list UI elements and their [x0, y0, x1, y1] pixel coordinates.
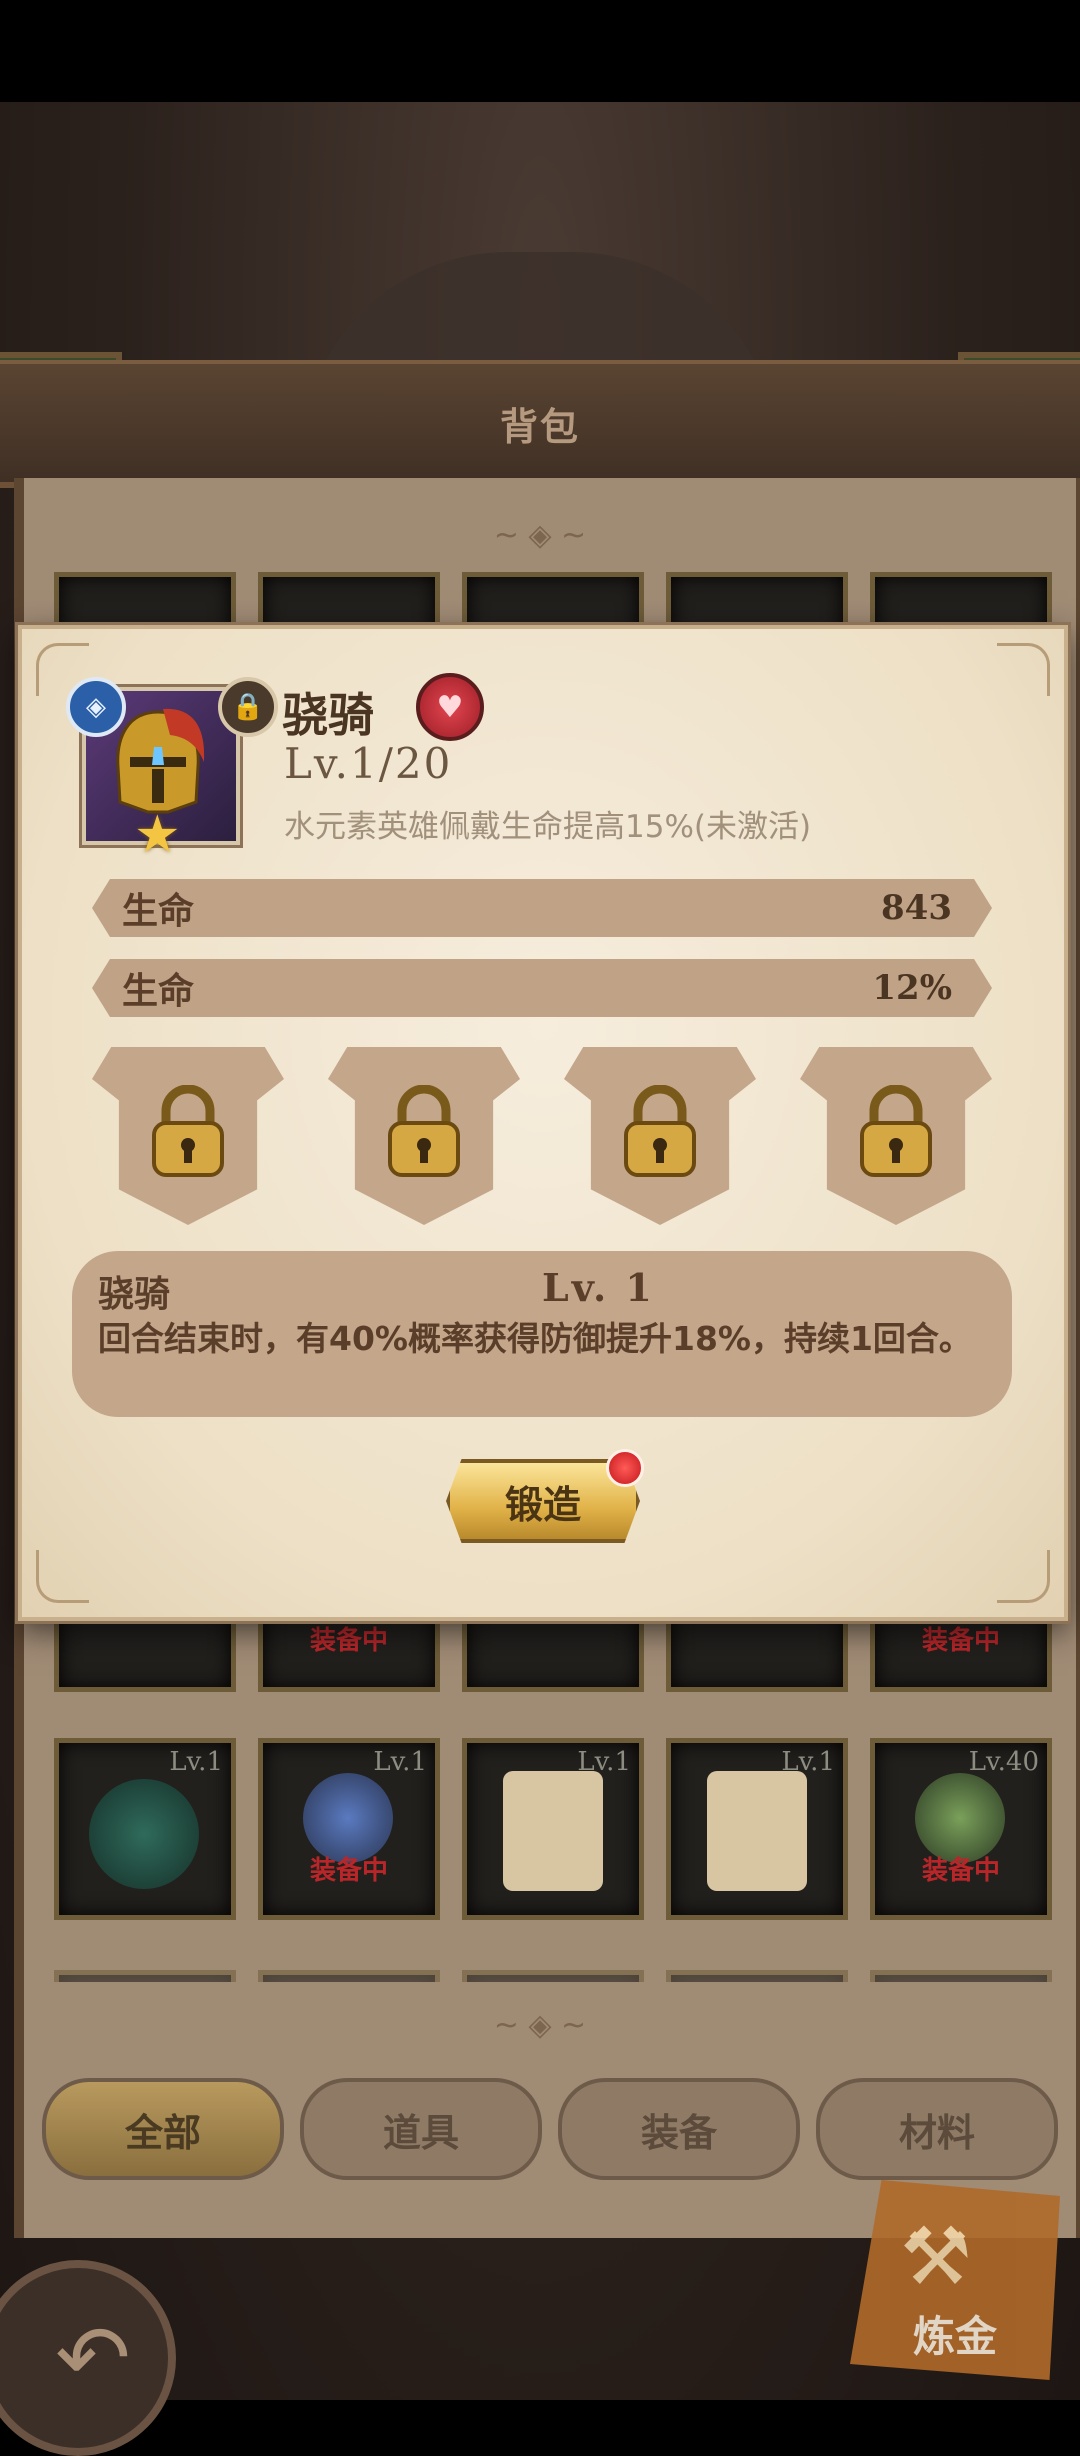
helmet-icon — [116, 708, 205, 814]
corner-ornament — [36, 1550, 89, 1603]
rarity-badge-icon: ♥ — [416, 673, 484, 741]
corner-ornament — [997, 643, 1050, 696]
inventory-slot[interactable]: Lv.40 装备中 — [870, 1738, 1052, 1920]
stat-label: 生命 — [122, 971, 195, 1012]
gem-slot-locked[interactable] — [328, 1047, 520, 1225]
notification-dot-icon — [606, 1449, 644, 1487]
inventory-slot[interactable] — [870, 1970, 1052, 1982]
lock-icon[interactable]: 🔒 — [218, 677, 278, 737]
green-hood-icon — [89, 1779, 199, 1889]
slot-level: Lv.40 — [968, 1747, 1039, 1777]
stat-bar: 生命 843 — [92, 879, 992, 937]
ornament-divider-top: ~ ◈ ~ — [493, 518, 587, 553]
skill-panel: 骁骑 Lv. 1 回合结束时，有40%概率获得防御提升18%，持续1回合。 — [72, 1251, 1012, 1417]
inventory-slot[interactable]: Lv.1 — [462, 1738, 644, 1920]
skill-level: Lv. 1 — [542, 1265, 655, 1310]
slot-level: Lv.1 — [781, 1747, 835, 1777]
alchemy-label: 炼金 — [912, 2312, 997, 2361]
inventory-slot[interactable] — [462, 1970, 644, 1982]
stat-value: 12% — [872, 968, 952, 1008]
gem-slot-locked[interactable] — [800, 1047, 992, 1225]
stat-label: 生命 — [122, 891, 195, 932]
inventory-row-next — [54, 1970, 1052, 1982]
inventory-slot[interactable]: Lv.1 — [54, 1738, 236, 1920]
padlock-icon — [388, 1085, 460, 1177]
corner-ornament — [997, 1550, 1050, 1603]
hammer-icon: ⚒ — [900, 2210, 972, 2303]
tab-items[interactable]: 道具 — [300, 2078, 542, 2180]
equipped-label: 装备中 — [921, 1626, 1000, 1656]
inventory-slot[interactable]: Lv.1 装备中 — [258, 1738, 440, 1920]
skill-name: 骁骑 — [98, 1274, 171, 1315]
ornament-divider-bottom: ~ ◈ ~ — [493, 2008, 587, 2043]
category-tabs: 全部 道具 装备 材料 — [42, 2078, 1058, 2180]
water-element-icon: ◈ — [66, 677, 126, 737]
item-name: 骁骑 — [282, 688, 374, 742]
star-icon: ★ — [134, 805, 181, 865]
set-bonus-text: 水元素英雄佩戴生命提高15%(未激活) — [284, 809, 812, 845]
slot-level: Lv.1 — [373, 1747, 427, 1777]
inventory-slot[interactable]: Lv.1 — [666, 1738, 848, 1920]
item-level: Lv.1/20 — [284, 739, 453, 788]
page-title: 背包 — [499, 404, 580, 449]
inventory-slot[interactable] — [666, 1970, 848, 1982]
inventory-row-main: Lv.1 Lv.1 装备中 Lv.1 Lv.1 Lv.40 装备中 — [54, 1738, 1052, 1920]
map-scroll-icon — [503, 1771, 603, 1891]
map-scroll-icon — [707, 1771, 807, 1891]
stat-bar: 生命 12% — [92, 959, 992, 1017]
tab-all[interactable]: 全部 — [42, 2078, 284, 2180]
status-bar — [0, 0, 1080, 102]
stat-value: 843 — [881, 888, 952, 928]
equipped-label: 装备中 — [309, 1626, 388, 1656]
inventory-slot[interactable] — [54, 1970, 236, 1982]
equipped-label: 装备中 — [309, 1856, 388, 1886]
forge-label: 锻造 — [504, 1482, 581, 1527]
gem-slot-locked[interactable] — [92, 1047, 284, 1225]
equipped-label: 装备中 — [921, 1856, 1000, 1886]
slot-level: Lv.1 — [577, 1747, 631, 1777]
back-arrow-icon: ↶ — [55, 2305, 131, 2411]
padlock-icon — [860, 1085, 932, 1177]
slot-level: Lv.1 — [169, 1747, 223, 1777]
padlock-icon — [152, 1085, 224, 1177]
gem-slot-locked[interactable] — [564, 1047, 756, 1225]
padlock-icon — [624, 1085, 696, 1177]
skill-description: 回合结束时，有40%概率获得防御提升18%，持续1回合。 — [98, 1319, 972, 1358]
tab-materials[interactable]: 材料 — [816, 2078, 1058, 2180]
item-detail-popup: ◈ 🔒 ★ 骁骑 ♥ Lv.1/20 水元素英雄佩戴生命提高15%(未激活) 生… — [18, 625, 1068, 1621]
inventory-slot[interactable] — [258, 1970, 440, 1982]
alchemy-button[interactable]: ⚒ 炼金 — [850, 2180, 1060, 2380]
title-bar: 背包 — [0, 360, 1080, 488]
tab-equipment[interactable]: 装备 — [558, 2078, 800, 2180]
